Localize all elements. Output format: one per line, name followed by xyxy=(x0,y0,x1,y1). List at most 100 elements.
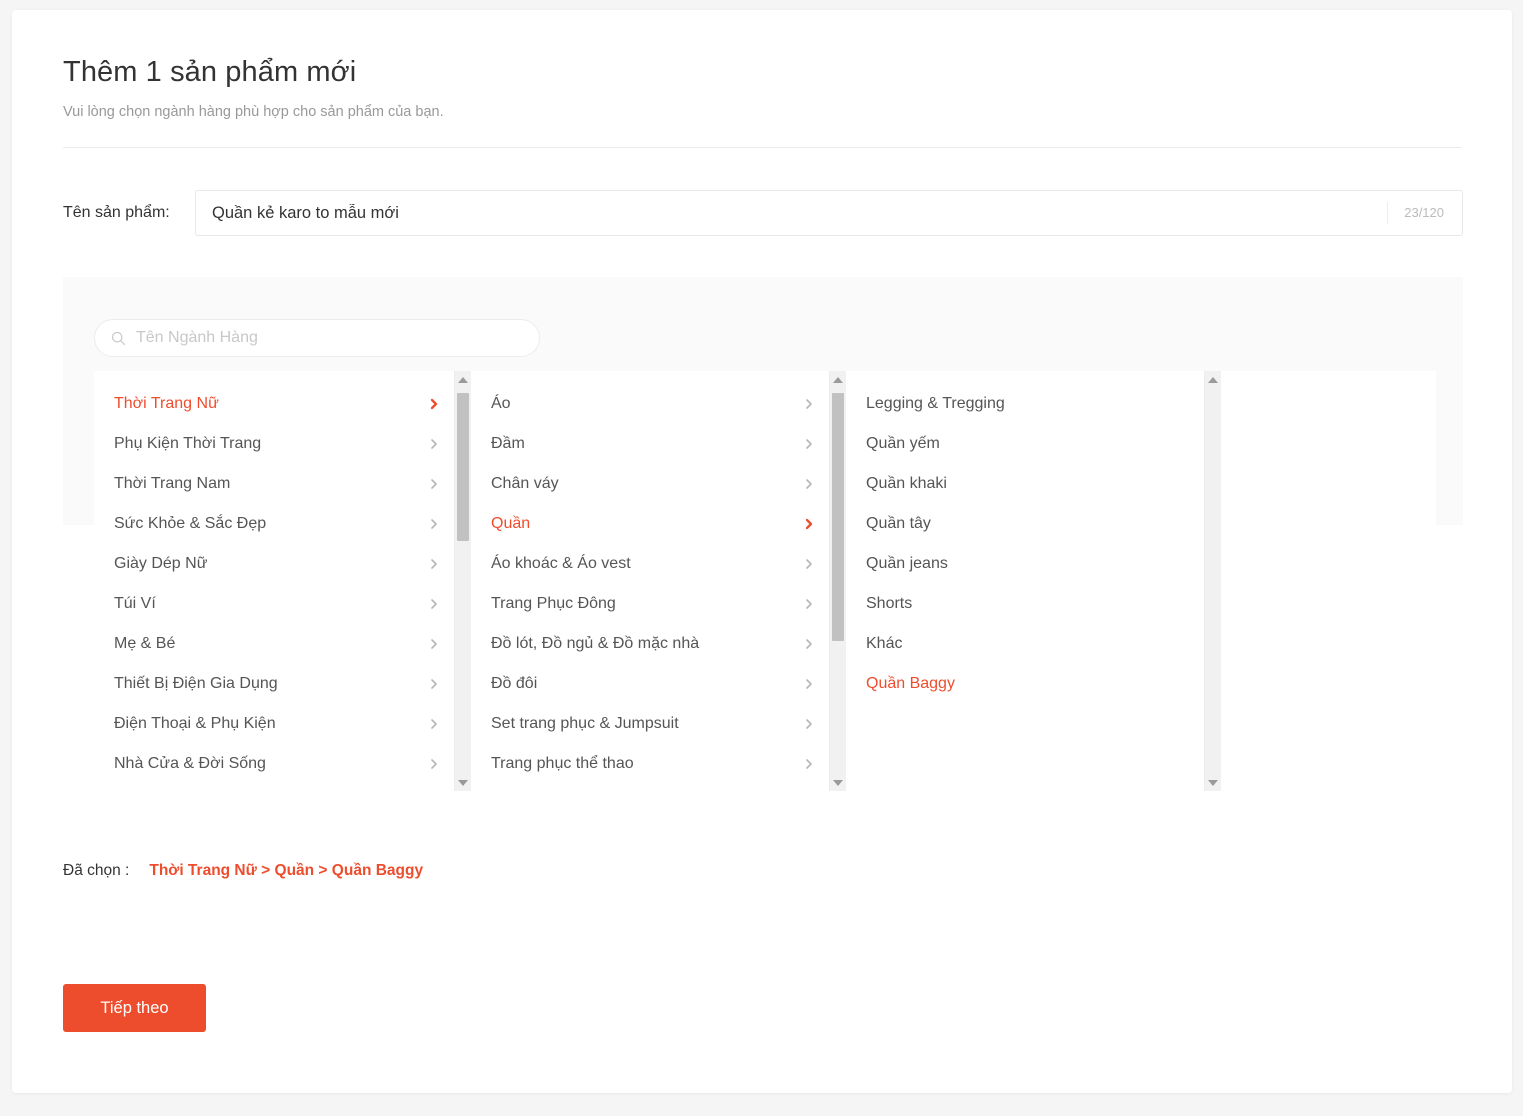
category-item-label: Quần xyxy=(491,515,531,532)
page-subtitle: Vui lòng chọn ngành hàng phù hợp cho sản… xyxy=(63,104,444,120)
category-item[interactable]: Túi Ví xyxy=(94,584,454,624)
category-item[interactable]: Đồ lót, Đồ ngủ & Đồ mặc nhà xyxy=(471,624,829,664)
category-item[interactable]: Áo xyxy=(471,384,829,424)
category-item[interactable]: Khác xyxy=(846,624,1204,664)
chevron-right-icon xyxy=(806,719,812,729)
category-item[interactable]: Quần xyxy=(471,504,829,544)
scroll-down-arrow-icon[interactable] xyxy=(830,774,846,791)
category-column-1-list: Thời Trang Nữ Phụ Kiện Thời Trang Thời T… xyxy=(94,371,454,791)
category-item[interactable]: Legging & Tregging xyxy=(846,384,1204,424)
chevron-right-icon xyxy=(806,679,812,689)
chevron-right-icon xyxy=(431,439,437,449)
category-item-label: Legging & Tregging xyxy=(866,395,1005,412)
category-item[interactable]: Trang Phục Đông xyxy=(471,584,829,624)
chevron-right-icon xyxy=(431,719,437,729)
selected-category-breadcrumb: Thời Trang Nữ > Quần > Quần Baggy xyxy=(149,862,424,879)
category-item-label: Quần jeans xyxy=(866,555,948,572)
search-icon xyxy=(111,331,126,346)
category-column-2-list: Áo Đầm Chân váy Quần Áo khoác & Áo vest xyxy=(471,371,829,791)
category-item-label: Đồ đôi xyxy=(491,675,538,692)
chevron-right-icon xyxy=(805,518,813,530)
chevron-right-icon xyxy=(431,639,437,649)
category-item-label: Thiết Bị Điện Gia Dụng xyxy=(114,675,278,692)
category-item[interactable]: Đồ đôi xyxy=(471,664,829,704)
category-item-label: Giày Dép Nữ xyxy=(114,555,208,572)
scrollbar-column-2[interactable] xyxy=(829,371,846,791)
category-item-label: Quần yếm xyxy=(866,435,940,452)
category-item[interactable]: Giày Dép Nữ xyxy=(94,544,454,584)
chevron-right-icon xyxy=(806,599,812,609)
product-create-card: Thêm 1 sản phẩm mới Vui lòng chọn ngành … xyxy=(12,10,1512,1093)
category-item-label: Nhà Cửa & Đời Sống xyxy=(114,755,266,772)
category-item[interactable]: Thời Trang Nam xyxy=(94,464,454,504)
scrollbar-column-3[interactable] xyxy=(1204,371,1221,791)
category-item[interactable]: Quần Baggy xyxy=(846,664,1204,704)
product-name-counter: 23/120 xyxy=(1387,202,1462,224)
category-column-3-list: Legging & Tregging Quần yếm Quần khaki Q… xyxy=(846,371,1204,791)
chevron-right-icon xyxy=(431,599,437,609)
category-item-label: Quần khaki xyxy=(866,475,947,492)
category-item-label: Trang Phục Đông xyxy=(491,595,616,612)
scroll-down-arrow-icon[interactable] xyxy=(455,774,471,791)
page-header: Thêm 1 sản phẩm mới Vui lòng chọn ngành … xyxy=(12,10,1512,122)
category-item[interactable]: Chân váy xyxy=(471,464,829,504)
category-item[interactable]: Shorts xyxy=(846,584,1204,624)
category-item[interactable]: Thiết Bị Điện Gia Dụng xyxy=(94,664,454,704)
category-search-box[interactable] xyxy=(94,319,540,357)
scroll-up-arrow-icon[interactable] xyxy=(1205,371,1221,388)
category-item[interactable]: Thời Trang Nữ xyxy=(94,384,454,424)
scroll-up-arrow-icon[interactable] xyxy=(830,371,846,388)
page-title: Thêm 1 sản phẩm mới xyxy=(63,56,357,88)
chevron-right-icon xyxy=(431,679,437,689)
product-name-label: Tên sản phẩm: xyxy=(63,204,170,221)
product-name-field[interactable]: 23/120 xyxy=(195,190,1463,236)
chevron-right-icon xyxy=(430,398,438,410)
category-item[interactable]: Mẹ & Bé xyxy=(94,624,454,664)
category-item-label: Set trang phục & Jumpsuit xyxy=(491,715,679,732)
scrollbar-thumb[interactable] xyxy=(457,393,469,541)
category-item[interactable]: Trang phục thể thao xyxy=(471,744,829,784)
category-search-input[interactable] xyxy=(136,321,539,355)
category-item-label: Túi Ví xyxy=(114,595,156,612)
chevron-right-icon xyxy=(806,639,812,649)
category-item[interactable]: Điện Thoại & Phụ Kiện xyxy=(94,704,454,744)
scrollbar-thumb[interactable] xyxy=(832,393,844,641)
category-item[interactable]: Set trang phục & Jumpsuit xyxy=(471,704,829,744)
scrollbar-column-1[interactable] xyxy=(454,371,471,791)
category-item-label: Đầm xyxy=(491,435,525,452)
category-item-label: Đồ lót, Đồ ngủ & Đồ mặc nhà xyxy=(491,635,700,652)
chevron-right-icon xyxy=(806,759,812,769)
category-item[interactable]: Sức Khỏe & Sắc Đẹp xyxy=(94,504,454,544)
category-item-label: Trang phục thể thao xyxy=(491,755,634,772)
category-column-1: Thời Trang Nữ Phụ Kiện Thời Trang Thời T… xyxy=(94,371,471,791)
category-item[interactable]: Nhà Cửa & Đời Sống xyxy=(94,744,454,784)
category-item-label: Thời Trang Nam xyxy=(114,475,231,492)
category-item[interactable]: Đầm xyxy=(471,424,829,464)
category-item-label: Thời Trang Nữ xyxy=(114,395,219,412)
selected-category-row: Đã chọn : Thời Trang Nữ > Quần > Quần Ba… xyxy=(63,862,423,880)
category-item-label: Khác xyxy=(866,635,903,652)
product-name-input[interactable] xyxy=(196,191,1388,235)
category-item[interactable]: Quần khaki xyxy=(846,464,1204,504)
category-column-2: Áo Đầm Chân váy Quần Áo khoác & Áo vest xyxy=(471,371,846,791)
category-columns: Thời Trang Nữ Phụ Kiện Thời Trang Thời T… xyxy=(94,371,1436,791)
category-item-label: Điện Thoại & Phụ Kiện xyxy=(114,715,276,732)
chevron-right-icon xyxy=(431,479,437,489)
category-item-label: Mẹ & Bé xyxy=(114,635,176,652)
category-item-label: Phụ Kiện Thời Trang xyxy=(114,435,262,452)
category-item[interactable]: Quần tây xyxy=(846,504,1204,544)
category-item[interactable]: Phụ Kiện Thời Trang xyxy=(94,424,454,464)
chevron-right-icon xyxy=(431,559,437,569)
product-name-row: Tên sản phẩm: 23/120 xyxy=(63,190,1463,236)
chevron-right-icon xyxy=(806,439,812,449)
category-item[interactable]: Quần jeans xyxy=(846,544,1204,584)
category-item[interactable]: Áo khoác & Áo vest xyxy=(471,544,829,584)
chevron-right-icon xyxy=(806,559,812,569)
scroll-down-arrow-icon[interactable] xyxy=(1205,774,1221,791)
category-item-label: Áo khoác & Áo vest xyxy=(491,555,631,572)
chevron-right-icon xyxy=(431,519,437,529)
selected-category-label: Đã chọn : xyxy=(63,862,130,879)
next-button[interactable]: Tiếp theo xyxy=(63,984,206,1032)
category-item[interactable]: Quần yếm xyxy=(846,424,1204,464)
scroll-up-arrow-icon[interactable] xyxy=(455,371,471,388)
